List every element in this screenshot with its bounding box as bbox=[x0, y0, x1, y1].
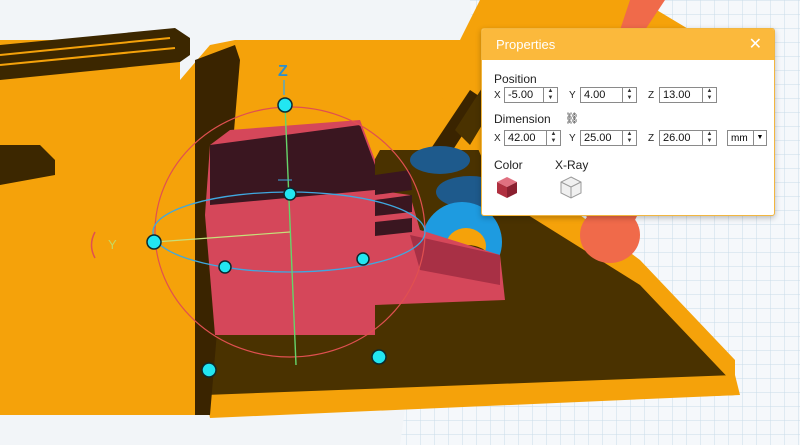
z-axis-label: Z bbox=[278, 63, 288, 80]
properties-header: Properties ✕ bbox=[482, 29, 774, 60]
position-label: Position bbox=[494, 72, 537, 86]
chevron-down-icon[interactable]: ▼ bbox=[753, 131, 766, 145]
dimension-y-value: 25.00 bbox=[584, 132, 612, 144]
position-x-value: -5.00 bbox=[508, 89, 534, 101]
dimension-x-stepper[interactable]: ▲ ▼ bbox=[546, 131, 560, 145]
z-scale-handle[interactable] bbox=[277, 97, 293, 113]
xray-label: X-Ray bbox=[555, 158, 589, 172]
dimension-z-value: 26.00 bbox=[663, 132, 691, 144]
center-handle[interactable] bbox=[283, 187, 297, 201]
position-x-field[interactable]: -5.00 ▲ ▼ bbox=[504, 87, 558, 103]
dimension-x-field[interactable]: 42.00 ▲ ▼ bbox=[504, 130, 561, 146]
properties-title: Properties bbox=[496, 37, 556, 52]
properties-panel: Properties ✕ Position X -5.00 ▲ ▼ Y 4.00 … bbox=[481, 28, 775, 216]
dimension-label: Dimension bbox=[494, 112, 551, 126]
color-label: Color bbox=[494, 158, 523, 172]
dimension-z-label: Z bbox=[648, 133, 655, 144]
position-y-label: Y bbox=[569, 90, 576, 101]
dimension-y-stepper[interactable]: ▲ ▼ bbox=[622, 131, 636, 145]
unit-select[interactable]: mm ▼ bbox=[727, 130, 767, 146]
dimension-z-stepper[interactable]: ▲ ▼ bbox=[702, 131, 716, 145]
dimension-y-field[interactable]: 25.00 ▲ ▼ bbox=[580, 130, 637, 146]
position-z-label: Z bbox=[648, 90, 655, 101]
corner-handle-right[interactable] bbox=[356, 252, 370, 266]
dimension-z-field[interactable]: 26.00 ▲ ▼ bbox=[659, 130, 717, 146]
xray-cube-icon[interactable] bbox=[559, 175, 583, 199]
bottom-handle-left[interactable] bbox=[201, 362, 217, 378]
dimension-x-label: X bbox=[494, 133, 501, 144]
position-y-stepper[interactable]: ▲ ▼ bbox=[622, 88, 636, 102]
position-z-value: 13.00 bbox=[663, 89, 691, 101]
dimension-x-value: 42.00 bbox=[508, 132, 536, 144]
corner-handle-left[interactable] bbox=[218, 260, 232, 274]
y-axis-label: Y bbox=[108, 237, 117, 252]
position-y-field[interactable]: 4.00 ▲ ▼ bbox=[580, 87, 637, 103]
position-y-value: 4.00 bbox=[584, 89, 606, 101]
position-z-stepper[interactable]: ▲ ▼ bbox=[702, 88, 716, 102]
dimension-y-label: Y bbox=[569, 133, 576, 144]
color-cube-icon[interactable] bbox=[495, 175, 519, 199]
position-x-stepper[interactable]: ▲ ▼ bbox=[543, 88, 557, 102]
position-z-field[interactable]: 13.00 ▲ ▼ bbox=[659, 87, 717, 103]
unit-value: mm bbox=[731, 133, 748, 144]
close-icon[interactable]: ✕ bbox=[749, 34, 762, 54]
link-icon[interactable]: ⛓ bbox=[565, 112, 579, 125]
position-x-label: X bbox=[494, 90, 501, 101]
y-scale-handle[interactable] bbox=[146, 234, 162, 250]
bottom-handle-right[interactable] bbox=[371, 349, 387, 365]
